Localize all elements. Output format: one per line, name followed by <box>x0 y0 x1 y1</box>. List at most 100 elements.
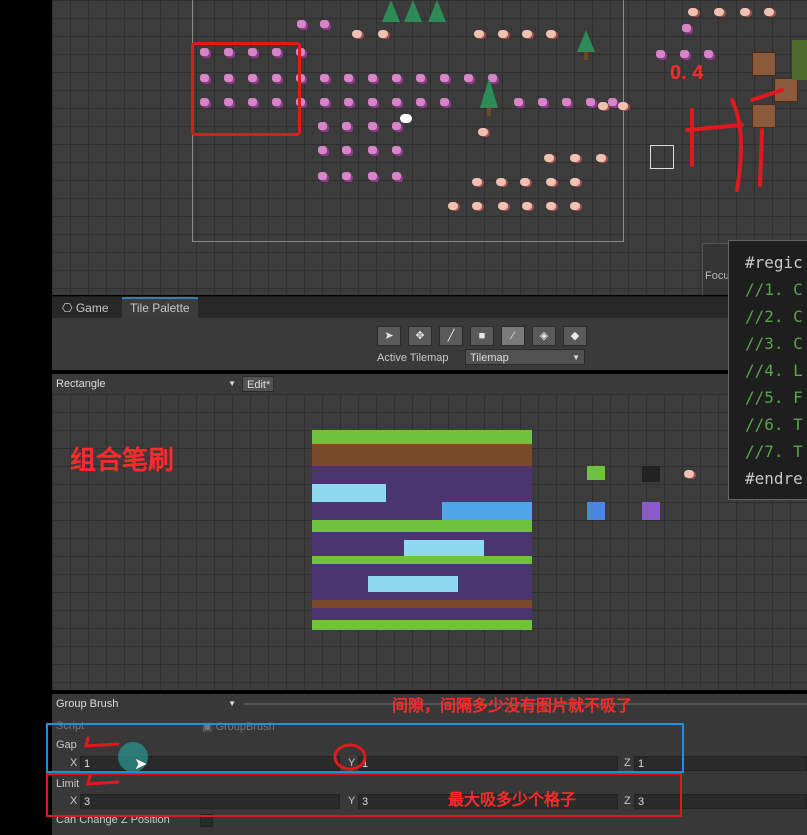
annotation-limit-note: 最大吸多少个格子 <box>448 792 577 809</box>
pink-sprite <box>562 98 571 106</box>
pink-sprite <box>320 98 329 106</box>
peach-sprite <box>764 8 774 16</box>
chevron-down-icon: ▼ <box>228 379 236 388</box>
tree-icon <box>404 0 422 22</box>
pink-sprite <box>318 122 327 130</box>
peach-sprite <box>520 178 530 186</box>
peach-sprite <box>570 154 580 162</box>
pink-sprite <box>586 98 595 106</box>
peach-sprite <box>740 8 750 16</box>
peach-sprite <box>598 102 608 110</box>
peach-sprite <box>474 30 484 38</box>
peach-sprite <box>472 178 482 186</box>
active-tilemap-dropdown[interactable]: Tilemap ▼ <box>465 349 585 365</box>
tile-water-row <box>442 502 532 520</box>
peach-sprite <box>498 202 508 210</box>
box-fill-icon[interactable]: ■ <box>470 326 494 346</box>
brush-dropdown[interactable]: Group Brush ▼ <box>52 696 240 712</box>
pink-sprite <box>416 74 425 82</box>
annotation-y-circle <box>333 743 367 771</box>
tile-dirt-row <box>312 600 532 608</box>
peach-sprite <box>522 202 532 210</box>
annotation-limit-box <box>46 773 682 817</box>
pink-sprite <box>440 74 449 82</box>
pink-sprite <box>392 146 401 154</box>
tile-grass-row <box>312 556 532 564</box>
peach-sprite <box>478 128 488 136</box>
scene-view[interactable]: Focu 0. 4 <box>52 0 807 295</box>
tab-game[interactable]: ⎔ Game <box>54 299 117 318</box>
move-tool-icon[interactable]: ✥ <box>408 326 432 346</box>
peach-sprite <box>544 154 554 162</box>
annotation-scribble <box>685 88 784 192</box>
code-line: //3. C <box>745 334 803 353</box>
peach-sprite <box>448 202 458 210</box>
tile-single-purple[interactable] <box>642 502 660 520</box>
pink-sprite <box>320 74 329 82</box>
tile-grass-row <box>312 620 532 630</box>
pink-sprite <box>368 172 377 180</box>
code-line: //2. C <box>745 307 803 326</box>
tree-icon <box>577 30 595 52</box>
pink-sprite <box>344 74 353 82</box>
brush-inspector: Group Brush ▼ Script ▣ GroupBrush Gap X … <box>46 694 807 835</box>
pink-sprite <box>342 122 351 130</box>
peach-sprite <box>570 178 580 186</box>
pink-sprite <box>342 146 351 154</box>
tile-single-grass[interactable] <box>587 466 605 480</box>
tile-ice-row <box>368 576 458 592</box>
code-editor-overlay: #regic //1. C //2. C //3. C //4. L //5. … <box>728 240 807 500</box>
pink-sprite <box>682 24 691 32</box>
select-tool-icon[interactable]: ➤ <box>377 326 401 346</box>
pink-sprite <box>416 98 425 106</box>
tile-palette-grid[interactable]: 组合笔刷 <box>52 394 807 690</box>
peach-sprite <box>714 8 724 16</box>
tile-single-dark[interactable] <box>642 466 660 482</box>
tile-grass-row <box>312 520 532 532</box>
pink-sprite <box>392 98 401 106</box>
pink-sprite <box>608 98 617 106</box>
edit-palette-button[interactable]: Edit* <box>242 376 274 392</box>
panel-tab-bar: ⎔ Game Tile Palette <box>52 296 807 319</box>
pink-sprite <box>538 98 547 106</box>
focus-label: Focu <box>705 270 730 282</box>
palette-dropdown[interactable]: Rectangle ▼ <box>52 376 240 392</box>
tile-dirt-row <box>312 444 532 466</box>
annotation-title: 组合笔刷 <box>70 445 175 475</box>
pink-sprite <box>368 122 377 130</box>
pink-sprite <box>656 50 665 58</box>
pink-sprite <box>318 146 327 154</box>
flood-fill-icon[interactable]: ◆ <box>563 326 587 346</box>
tile-palette-toolbar: ➤ ✥ ╱ ■ ⁄ ◈ ◆ Active Tilemap Tilemap ▼ <box>52 318 807 370</box>
tab-tile-palette[interactable]: Tile Palette <box>122 297 198 318</box>
code-line: //1. C <box>745 280 803 299</box>
pink-sprite <box>320 20 329 28</box>
palette-selector-row: Rectangle ▼ Edit* <box>52 374 807 394</box>
tile-single-blue[interactable] <box>587 502 605 520</box>
tree-trunk <box>487 108 491 116</box>
peach-sprite <box>378 30 388 38</box>
tree-icon <box>480 78 498 108</box>
brush-value: Group Brush <box>56 698 119 710</box>
peach-sprite <box>688 8 698 16</box>
tile-grass-row <box>312 430 532 444</box>
mouse-pointer-icon: ➤ <box>134 756 148 773</box>
tile-single-peach[interactable] <box>684 470 694 478</box>
paint-brush-icon[interactable]: ╱ <box>439 326 463 346</box>
chevron-down-icon: ▼ <box>572 353 580 362</box>
cloud-icon <box>400 114 412 123</box>
tree-trunk <box>584 52 588 60</box>
peach-sprite <box>522 30 532 38</box>
peach-sprite <box>496 178 506 186</box>
pink-sprite <box>342 172 351 180</box>
active-tilemap-value: Tilemap <box>470 352 509 364</box>
tileset-preview[interactable] <box>312 430 532 630</box>
eraser-icon[interactable]: ◈ <box>532 326 556 346</box>
tab-tile-palette-label: Tile Palette <box>130 301 190 315</box>
picker-tool-icon[interactable]: ⁄ <box>501 326 525 346</box>
pink-sprite <box>297 20 306 28</box>
code-line: //6. T <box>745 415 803 434</box>
code-line: #regic <box>745 253 803 272</box>
peach-sprite <box>546 178 556 186</box>
peach-sprite <box>352 30 362 38</box>
